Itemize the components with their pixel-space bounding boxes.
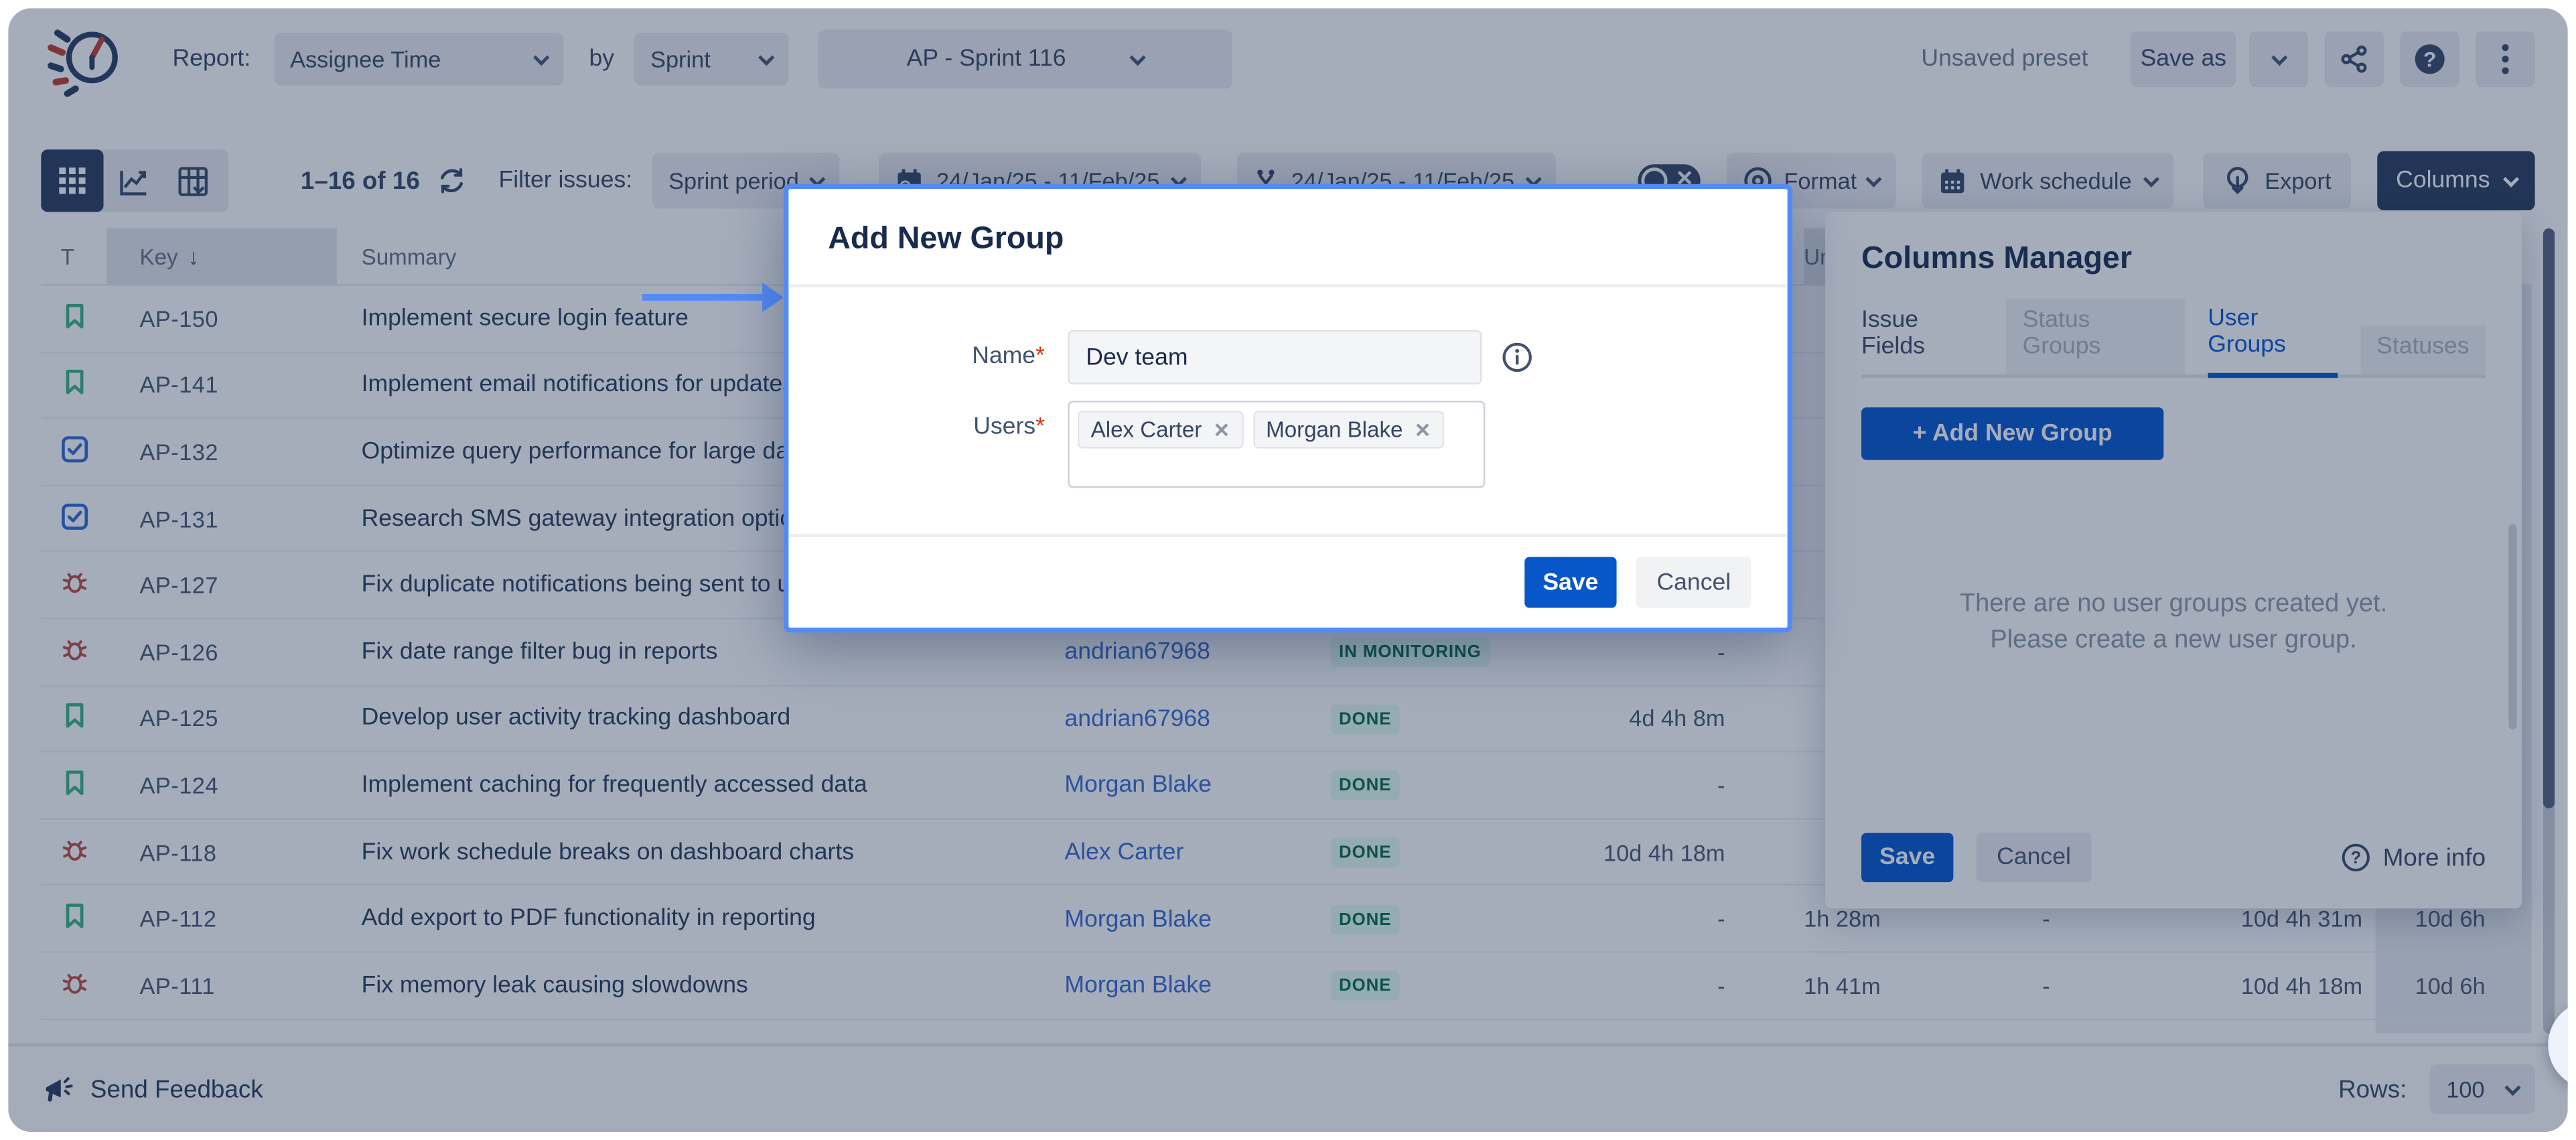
users-label: Users*: [828, 401, 1068, 488]
remove-tag-icon[interactable]: ✕: [1415, 418, 1431, 441]
app-window: Report: Assignee Time by Sprint AP - Spr…: [8, 8, 2567, 1132]
modal-footer: Save Cancel: [788, 534, 1787, 628]
user-tag[interactable]: Alex Carter ✕: [1078, 411, 1243, 448]
user-tag[interactable]: Morgan Blake ✕: [1253, 411, 1443, 448]
remove-tag-icon[interactable]: ✕: [1213, 418, 1230, 441]
required-asterisk: *: [1035, 344, 1045, 370]
required-asterisk: *: [1035, 414, 1045, 440]
page: Report: Assignee Time by Sprint AP - Spr…: [0, 0, 2576, 1140]
modal-save-button[interactable]: Save: [1524, 557, 1616, 608]
user-tag-label: Morgan Blake: [1266, 417, 1403, 442]
modal-title: Add New Group: [828, 222, 1748, 258]
users-multiselect[interactable]: Alex Carter ✕ Morgan Blake ✕: [1068, 401, 1485, 488]
modal-header: Add New Group: [788, 189, 1787, 287]
name-label: Name*: [828, 330, 1068, 384]
modal-body: Name* Users*: [788, 287, 1787, 534]
user-tag-label: Alex Carter: [1091, 417, 1202, 442]
info-icon: [1502, 342, 1533, 384]
column-insert-arrow-icon: [642, 281, 784, 313]
modal-cancel-button[interactable]: Cancel: [1636, 557, 1751, 608]
add-new-group-modal: Add New Group Name*: [784, 184, 1792, 633]
group-name-input[interactable]: [1068, 330, 1482, 384]
